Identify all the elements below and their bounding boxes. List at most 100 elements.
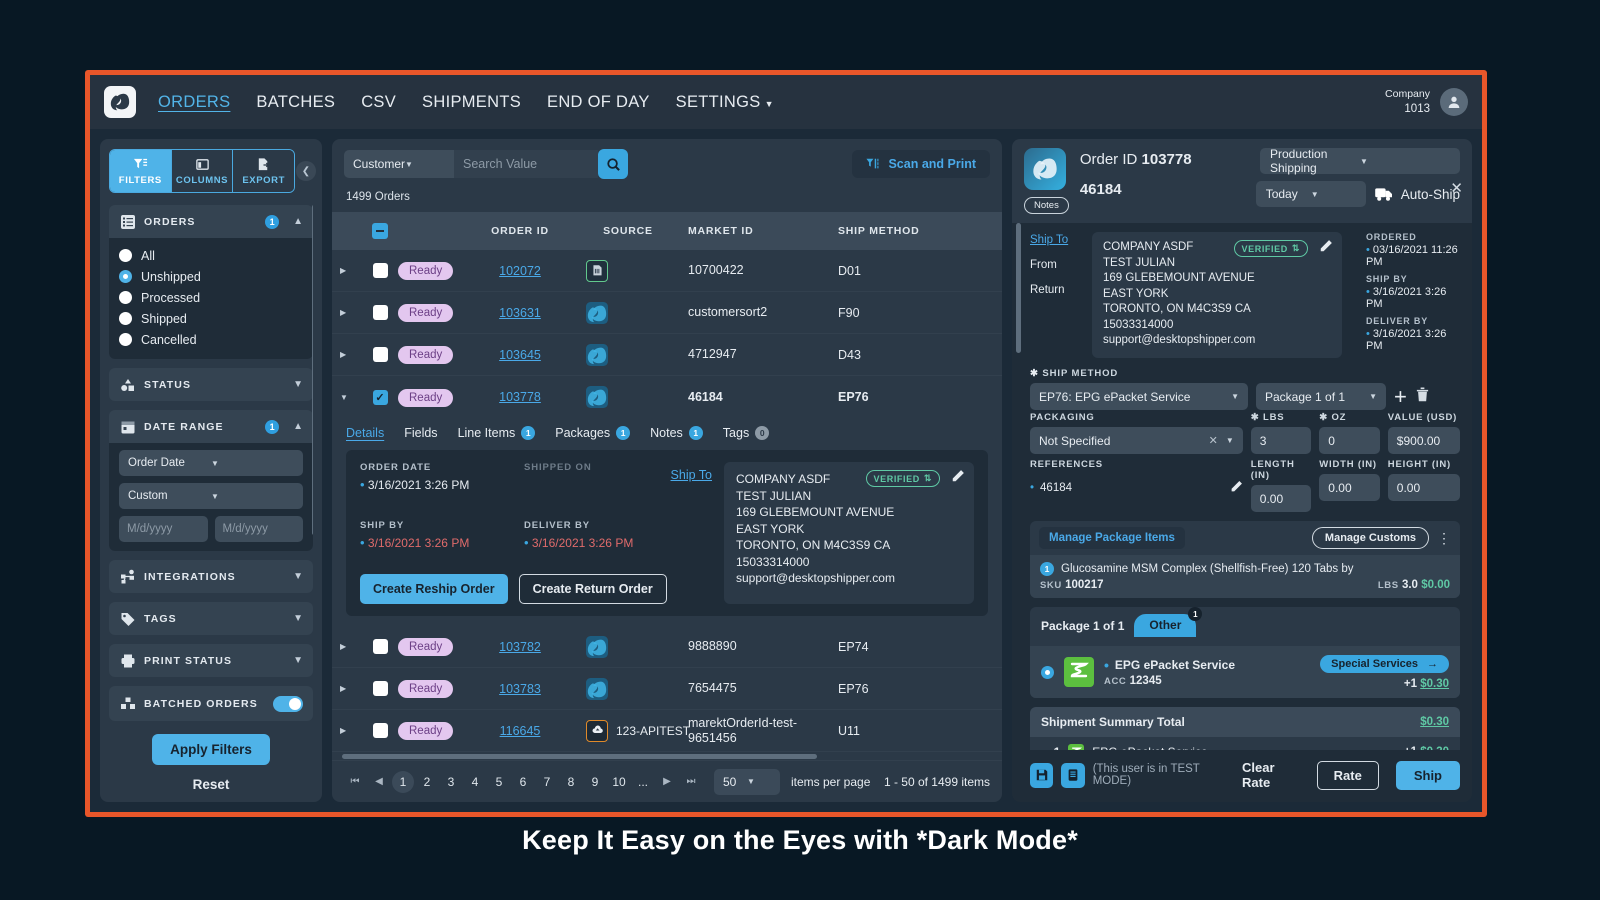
table-row[interactable]: ▶ Ready 103631 customersort2 F90: [332, 292, 1002, 334]
page-button-7[interactable]: 7: [536, 771, 558, 793]
nav-item-csv[interactable]: CSV: [361, 93, 396, 112]
date-type-select[interactable]: Order Date ▼: [119, 450, 303, 476]
order-id-link[interactable]: 103782: [499, 640, 541, 654]
width-input[interactable]: 0.00: [1319, 474, 1380, 501]
search-input[interactable]: Search Value: [454, 150, 598, 178]
rate-radio-selected-icon[interactable]: [1041, 665, 1054, 679]
ship-method-select[interactable]: EP76: EPG ePacket Service ▼: [1030, 383, 1248, 410]
table-row[interactable]: ▶ Ready 116645 123-APITEST marektOrderId…: [332, 710, 1002, 752]
filters-tab-button[interactable]: FILTERS: [110, 150, 171, 192]
page-first-button[interactable]: ⏮: [344, 771, 366, 793]
table-row[interactable]: ▶ Ready 103782 9888890 EP74: [332, 626, 1002, 668]
orders-filter-option-cancelled[interactable]: Cancelled: [119, 329, 303, 350]
page-prev-button[interactable]: ◀: [368, 771, 390, 793]
th-ship-method[interactable]: SHIP METHOD: [838, 225, 994, 237]
rate-price-link[interactable]: $0.30: [1420, 678, 1449, 690]
columns-tab-button[interactable]: COLUMNS: [170, 150, 233, 192]
right-panel-scrollbar[interactable]: [1016, 223, 1021, 353]
address-tab-ship-to[interactable]: Ship To: [1030, 234, 1082, 246]
th-market-id[interactable]: MARKET ID: [688, 225, 838, 237]
tab-other[interactable]: Other 1: [1134, 607, 1203, 637]
search-icon[interactable]: [598, 149, 628, 179]
order-id-link[interactable]: 103631: [499, 306, 541, 320]
clear-icon[interactable]: ✕: [1209, 434, 1218, 447]
tab-notes[interactable]: Notes 1: [650, 426, 703, 440]
page-button-1[interactable]: 1: [392, 770, 414, 793]
nav-item-batches[interactable]: BATCHES: [256, 93, 335, 112]
page-next-button[interactable]: ▶: [656, 771, 678, 793]
nav-item-settings[interactable]: SETTINGS ▼: [676, 93, 774, 112]
auto-ship-button[interactable]: Auto-Ship: [1374, 186, 1460, 202]
manage-customs-button[interactable]: Manage Customs: [1311, 527, 1429, 549]
order-id-link[interactable]: 102072: [499, 264, 541, 278]
row-checkbox[interactable]: [362, 263, 398, 278]
table-row[interactable]: ▶ Ready 102072 10700422 D01: [332, 250, 1002, 292]
page-last-button[interactable]: ⏭: [680, 771, 702, 793]
row-checkbox[interactable]: ✓: [362, 389, 398, 405]
orders-filter-option-all[interactable]: All: [119, 245, 303, 266]
nav-item-shipments[interactable]: SHIPMENTS: [422, 93, 521, 112]
export-tab-button[interactable]: EXPORT: [232, 150, 294, 192]
page-button-9[interactable]: 9: [584, 771, 606, 793]
th-source[interactable]: SOURCE: [568, 225, 688, 237]
package-select[interactable]: Package 1 of 1 ▼: [1256, 383, 1386, 410]
special-services-button[interactable]: Special Services →: [1320, 655, 1449, 673]
row-order-id[interactable]: 102072: [472, 262, 568, 280]
row-order-id[interactable]: 103782: [472, 638, 568, 656]
page-button-3[interactable]: 3: [440, 771, 462, 793]
tab-packages[interactable]: Packages 1: [555, 426, 631, 440]
row-expand-icon[interactable]: ▶: [340, 308, 362, 317]
notes-button[interactable]: Notes: [1024, 197, 1069, 214]
shipping-profile-select[interactable]: Production Shipping ▼: [1260, 147, 1460, 175]
page-size-select[interactable]: 50 ▼: [714, 768, 780, 795]
height-input[interactable]: 0.00: [1387, 474, 1461, 501]
orders-filter-option-unshipped[interactable]: Unshipped: [119, 266, 303, 287]
order-id-link[interactable]: 103778: [499, 390, 541, 404]
edit-references-pencil-icon[interactable]: [1230, 480, 1243, 496]
table-row[interactable]: ▶ Ready 103783 7654475 EP76: [332, 668, 1002, 710]
order-id-link[interactable]: 103645: [499, 348, 541, 362]
orders-filter-option-processed[interactable]: Processed: [119, 287, 303, 308]
row-checkbox[interactable]: [362, 723, 398, 738]
summary-total-link[interactable]: $0.30: [1420, 716, 1449, 728]
orders-filter-option-shipped[interactable]: Shipped: [119, 308, 303, 329]
row-expand-icon[interactable]: ▶: [340, 684, 362, 693]
edit-address-pencil-icon[interactable]: [1319, 239, 1333, 258]
chevron-left-icon[interactable]: ❮: [296, 161, 316, 181]
page-button-8[interactable]: 8: [560, 771, 582, 793]
order-id-link[interactable]: 103783: [499, 682, 541, 696]
save-icon[interactable]: [1030, 762, 1054, 788]
horizontal-scrollbar[interactable]: [342, 754, 817, 759]
create-reship-order-button[interactable]: Create Reship Order: [360, 574, 508, 604]
page-button-2[interactable]: 2: [416, 771, 438, 793]
apply-filters-button[interactable]: Apply Filters: [152, 734, 270, 765]
row-expand-icon[interactable]: ▶: [340, 726, 362, 735]
th-order-id[interactable]: ORDER ID: [472, 225, 568, 237]
filter-section-integrations-header[interactable]: INTEGRATIONS ▼: [109, 560, 313, 593]
plus-icon[interactable]: +: [1394, 385, 1407, 408]
page-button-5[interactable]: 5: [488, 771, 510, 793]
tab-tags[interactable]: Tags 0: [723, 426, 770, 440]
detail-ship-to-link[interactable]: Ship To: [671, 468, 712, 482]
close-icon[interactable]: ✕: [1450, 179, 1463, 197]
row-checkbox[interactable]: [362, 305, 398, 320]
length-input[interactable]: 0.00: [1250, 485, 1312, 512]
nav-item-orders[interactable]: ORDERS: [158, 93, 230, 112]
clear-rate-button[interactable]: Clear Rate: [1242, 760, 1298, 790]
filter-section-status-header[interactable]: STATUS ▼: [109, 368, 313, 401]
tab-details[interactable]: Details: [346, 426, 384, 440]
page-button-4[interactable]: 4: [464, 771, 486, 793]
tab-fields[interactable]: Fields: [404, 426, 437, 440]
row-expand-icon[interactable]: ▶: [340, 266, 362, 275]
table-row[interactable]: ▶ Ready 103645 4712947 D43: [332, 334, 1002, 376]
rate-button[interactable]: Rate: [1316, 760, 1379, 790]
row-checkbox[interactable]: [362, 681, 398, 696]
edit-address-pencil-icon[interactable]: [951, 469, 965, 488]
oz-input[interactable]: 0: [1319, 427, 1380, 454]
lbs-input[interactable]: 3: [1250, 427, 1312, 454]
filter-section-tags-header[interactable]: TAGS ▼: [109, 602, 313, 635]
batched-orders-toggle[interactable]: [273, 695, 303, 712]
trash-icon[interactable]: [1415, 386, 1430, 408]
address-tab-from[interactable]: From: [1030, 259, 1082, 271]
ship-button[interactable]: Ship: [1395, 760, 1460, 790]
